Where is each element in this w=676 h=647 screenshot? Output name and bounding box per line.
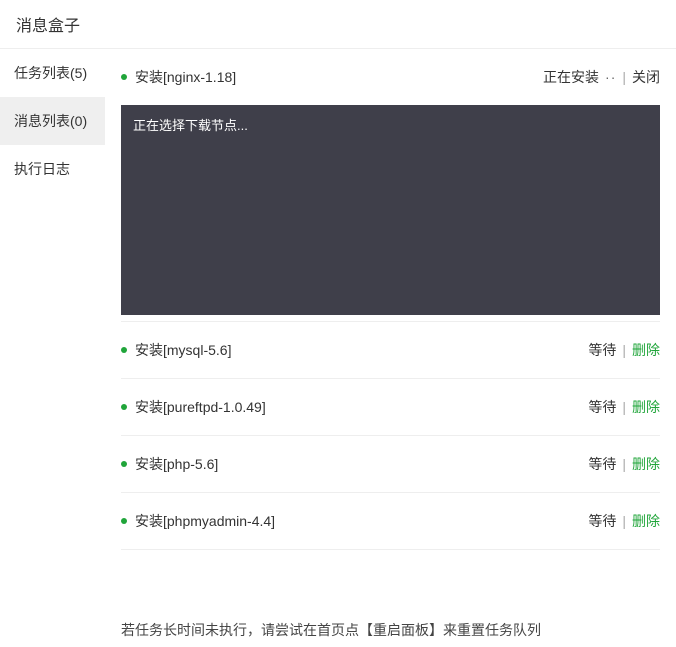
- status-dot-icon: [121, 74, 127, 80]
- task-status: 等待: [588, 454, 616, 474]
- task-row: 安装[phpmyadmin-4.4] 等待 | 删除: [121, 493, 660, 549]
- task-queued: 安装[pureftpd-1.0.49] 等待 | 删除: [121, 379, 660, 436]
- status-dot-icon: [121, 404, 127, 410]
- task-name: 安装[mysql-5.6]: [135, 340, 231, 360]
- dialog-header: 消息盒子: [0, 0, 676, 49]
- task-queued: 安装[php-5.6] 等待 | 删除: [121, 436, 660, 493]
- task-right: 正在安装 ·· | 关闭: [543, 67, 660, 87]
- delete-task-button[interactable]: 删除: [632, 340, 660, 360]
- task-left: 安装[mysql-5.6]: [121, 340, 231, 360]
- sidebar: 任务列表(5) 消息列表(0) 执行日志: [0, 49, 105, 647]
- sidebar-item-tasks[interactable]: 任务列表(5): [0, 49, 105, 97]
- task-left: 安装[php-5.6]: [121, 454, 218, 474]
- close-task-button[interactable]: 关闭: [632, 67, 660, 87]
- dialog-title: 消息盒子: [16, 12, 80, 36]
- task-name: 安装[pureftpd-1.0.49]: [135, 397, 266, 417]
- sidebar-item-label: 任务列表(5): [14, 65, 87, 81]
- task-left: 安装[phpmyadmin-4.4]: [121, 511, 275, 531]
- close-icon[interactable]: [640, 14, 660, 34]
- separator: |: [622, 342, 626, 358]
- task-row: 安装[mysql-5.6] 等待 | 删除: [121, 322, 660, 378]
- task-name: 安装[phpmyadmin-4.4]: [135, 511, 275, 531]
- task-queued: 安装[mysql-5.6] 等待 | 删除: [121, 322, 660, 379]
- task-running: 安装[nginx-1.18] 正在安装 ·· | 关闭 正在选择下载节点...: [121, 49, 660, 322]
- console-output: 正在选择下载节点...: [121, 105, 660, 315]
- task-queued: 安装[phpmyadmin-4.4] 等待 | 删除: [121, 493, 660, 550]
- task-status: 等待: [588, 340, 616, 360]
- status-dot-icon: [121, 461, 127, 467]
- sidebar-item-label: 执行日志: [14, 161, 70, 177]
- separator: |: [622, 69, 626, 85]
- status-dot-icon: [121, 518, 127, 524]
- sidebar-item-logs[interactable]: 执行日志: [0, 145, 105, 193]
- separator: |: [622, 399, 626, 415]
- delete-task-button[interactable]: 删除: [632, 511, 660, 531]
- task-left: 安装[pureftpd-1.0.49]: [121, 397, 266, 417]
- task-left: 安装[nginx-1.18]: [121, 67, 236, 87]
- task-right: 等待 | 删除: [588, 511, 660, 531]
- separator: |: [622, 456, 626, 472]
- task-right: 等待 | 删除: [588, 340, 660, 360]
- task-row: 安装[php-5.6] 等待 | 删除: [121, 436, 660, 492]
- sidebar-item-label: 消息列表(0): [14, 113, 87, 129]
- main-content: 安装[nginx-1.18] 正在安装 ·· | 关闭 正在选择下载节点... …: [105, 49, 676, 647]
- footer-note: 若任务长时间未执行，请尝试在首页点【重启面板】来重置任务队列: [121, 550, 660, 640]
- task-row: 安装[pureftpd-1.0.49] 等待 | 删除: [121, 379, 660, 435]
- task-right: 等待 | 删除: [588, 454, 660, 474]
- task-right: 等待 | 删除: [588, 397, 660, 417]
- status-dot-icon: [121, 347, 127, 353]
- separator: |: [622, 513, 626, 529]
- delete-task-button[interactable]: 删除: [632, 454, 660, 474]
- dialog-body: 任务列表(5) 消息列表(0) 执行日志 安装[nginx-1.18] 正在安装…: [0, 49, 676, 647]
- delete-task-button[interactable]: 删除: [632, 397, 660, 417]
- task-status: 正在安装: [543, 67, 599, 87]
- task-status: 等待: [588, 511, 616, 531]
- task-status: 等待: [588, 397, 616, 417]
- spinner-icon: ··: [605, 69, 616, 85]
- task-name: 安装[php-5.6]: [135, 454, 218, 474]
- sidebar-item-messages[interactable]: 消息列表(0): [0, 97, 105, 145]
- task-row: 安装[nginx-1.18] 正在安装 ·· | 关闭: [121, 49, 660, 105]
- task-name: 安装[nginx-1.18]: [135, 67, 236, 87]
